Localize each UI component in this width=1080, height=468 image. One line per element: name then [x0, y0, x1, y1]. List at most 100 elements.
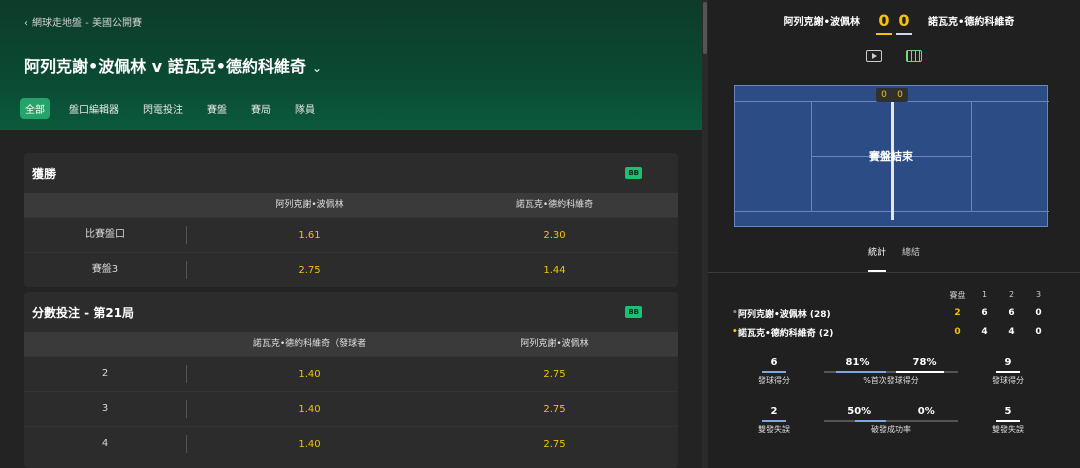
- market-row: 3 1.40 2.75: [24, 391, 678, 426]
- odds-button[interactable]: 1.61: [187, 230, 432, 241]
- court-icon[interactable]: [906, 50, 922, 62]
- set-score: 4: [981, 327, 988, 337]
- tab-all[interactable]: 全部: [20, 98, 50, 119]
- divider: [708, 272, 1080, 273]
- odds-button[interactable]: 2.30: [432, 230, 677, 241]
- set-header-label: 賽盘: [949, 291, 966, 300]
- odds-button[interactable]: 1.44: [432, 265, 677, 276]
- bet-builder-badge: BB: [625, 167, 642, 179]
- tab-stats[interactable]: 統計: [867, 245, 886, 272]
- stat-bar: [824, 371, 958, 373]
- player1-name: 阿列克謝•波佩林: [783, 16, 860, 28]
- court-status: 賽盤結束: [869, 150, 913, 163]
- set-score: 6: [1008, 308, 1015, 318]
- column-player1: 阿列克謝•波佩林: [275, 200, 344, 210]
- player1-score-underline: [876, 32, 892, 35]
- sets-won: 2: [954, 308, 961, 318]
- market-row: 賽盤3 2.75 1.44: [24, 252, 678, 287]
- stat-bar: [762, 420, 786, 422]
- set-score: 6: [981, 308, 988, 318]
- set-header-2: 2: [1008, 290, 1015, 299]
- tennis-court: 0 0 賽盤結束: [734, 85, 1049, 227]
- stat-label: 雙發失誤: [992, 425, 1024, 434]
- row-label: 4: [24, 435, 187, 453]
- stat-value: 5: [1004, 406, 1012, 417]
- stat-bar: [762, 371, 786, 373]
- stat-value: 6: [770, 357, 778, 368]
- odds-button[interactable]: 1.40: [187, 369, 432, 380]
- scrollbar-thumb[interactable]: [703, 2, 707, 54]
- tab-summary[interactable]: 總結: [902, 245, 920, 273]
- market-row: 2 1.40 2.75: [24, 356, 678, 391]
- set-header-1: 1: [981, 290, 988, 299]
- set-score: 4: [1008, 327, 1015, 337]
- court-score-p1: 0: [881, 90, 887, 100]
- court-score-p2: 0: [897, 90, 903, 100]
- stat-bar: [996, 420, 1020, 422]
- view-toggle: [708, 50, 1080, 62]
- chevron-left-icon: ‹: [24, 18, 28, 29]
- stat-label: %首次發球得分: [863, 376, 919, 385]
- odds-button[interactable]: 2.75: [432, 369, 677, 380]
- stat-bar: [824, 420, 958, 422]
- market-card-winner: 獲勝 BB 阿列克謝•波佩林 諾瓦克•德約科維奇 比賽盤口 1.61 2.30 …: [24, 153, 678, 287]
- column-header: 阿列克謝•波佩林 諾瓦克•德約科維奇: [24, 193, 678, 217]
- stat-bar-fill-p1: [855, 420, 886, 422]
- tab-games[interactable]: 賽局: [246, 98, 276, 119]
- breadcrumb-label: 網球走地盤 - 美國公開賽: [32, 18, 142, 29]
- player-name: 阿列克謝•波佩林 (28): [738, 309, 831, 320]
- stat-double-faults-p2: 5 雙發失誤: [986, 406, 1030, 435]
- odds-button[interactable]: 2.75: [187, 265, 432, 276]
- market-header[interactable]: 分數投注 - 第21局 BB: [24, 292, 678, 332]
- sets-won: 0: [954, 327, 961, 337]
- tab-players[interactable]: 隊員: [290, 98, 320, 119]
- player2-name: 諾瓦克•德約科維奇: [928, 16, 1015, 28]
- market-title: 獲勝: [32, 166, 57, 181]
- market-title: 分數投注 - 第21局: [32, 305, 135, 320]
- event-title: 阿列克謝•波佩林 v 諾瓦克•德約科維奇: [24, 57, 307, 76]
- stat-double-faults-p1: 2 雙發失誤: [752, 406, 796, 435]
- player1-score-value: 0: [878, 10, 890, 30]
- tab-flash-bet[interactable]: 閃電投注: [138, 98, 188, 119]
- scoreboard-panel: 阿列克謝•波佩林 0 0 諾瓦克•德約科維奇 0 0 賽盤結束 統計 總結 賽盘…: [708, 0, 1080, 468]
- stat-first-serve: 81% 78% %首次發球得分: [824, 357, 958, 386]
- market-panel: ‹ 網球走地盤 - 美國公開賽 阿列克謝•波佩林 v 諾瓦克•德約科維奇 ⌄ 全部 …: [0, 0, 702, 468]
- set-score: 0: [1035, 308, 1042, 318]
- market-tabs: 全部 盤口編輯器 閃電投注 賽盤 賽局 隊員: [20, 98, 320, 119]
- stat-value-p1: 50%: [847, 406, 872, 417]
- stat-label: 發球得分: [992, 376, 1024, 385]
- stats-tabs: 統計 總結: [708, 245, 1080, 273]
- stat-label: 雙發失誤: [758, 425, 790, 434]
- market-card-point-betting: 分數投注 - 第21局 BB 諾瓦克•德約科維奇（發球者 阿列克謝•波佩林 2 …: [24, 292, 678, 468]
- odds-button[interactable]: 2.75: [432, 404, 677, 415]
- column-header: 諾瓦克•德約科維奇（發球者 阿列克謝•波佩林: [24, 332, 678, 356]
- play-icon[interactable]: [866, 50, 882, 62]
- row-label: 3: [24, 400, 187, 418]
- row-label: 2: [24, 365, 187, 383]
- odds-button[interactable]: 2.75: [432, 439, 677, 450]
- page-title[interactable]: 阿列克謝•波佩林 v 諾瓦克•德約科維奇 ⌄: [24, 53, 322, 77]
- player-row: • 諾瓦克•德約科維奇 (2) 0 4 4 0: [732, 324, 1052, 340]
- stat-value-p1: 81%: [845, 357, 870, 368]
- chevron-down-icon: ⌄: [312, 61, 323, 75]
- breadcrumb[interactable]: ‹ 網球走地盤 - 美國公開賽: [24, 14, 142, 29]
- odds-button[interactable]: 1.40: [187, 404, 432, 415]
- app: ‹ 網球走地盤 - 美國公開賽 阿列克謝•波佩林 v 諾瓦克•德約科維奇 ⌄ 全部 …: [0, 0, 1080, 468]
- stat-aces-p2: 9 發球得分: [986, 357, 1030, 386]
- tab-sets[interactable]: 賽盤: [202, 98, 232, 119]
- player2-score: 0: [894, 11, 914, 35]
- stat-aces-p1: 6 發球得分: [752, 357, 796, 386]
- stat-bar-fill-p2: [896, 371, 944, 373]
- stat-bar-fill-p1: [836, 371, 886, 373]
- row-label: 賽盤3: [24, 261, 187, 279]
- column-player1: 諾瓦克•德約科維奇（發球者: [252, 339, 367, 349]
- stat-value-p2: 0%: [917, 406, 935, 417]
- stat-value: 2: [770, 406, 778, 417]
- court-score: 0 0: [876, 88, 908, 102]
- tab-bet-builder[interactable]: 盤口編輯器: [64, 98, 124, 119]
- stat-values: 81% 78%: [824, 357, 958, 368]
- market-header[interactable]: 獲勝 BB: [24, 153, 678, 193]
- odds-button[interactable]: 1.40: [187, 439, 432, 450]
- column-player2: 阿列克謝•波佩林: [520, 339, 589, 349]
- stat-break-points: 50% 0% 破發成功率: [824, 406, 958, 435]
